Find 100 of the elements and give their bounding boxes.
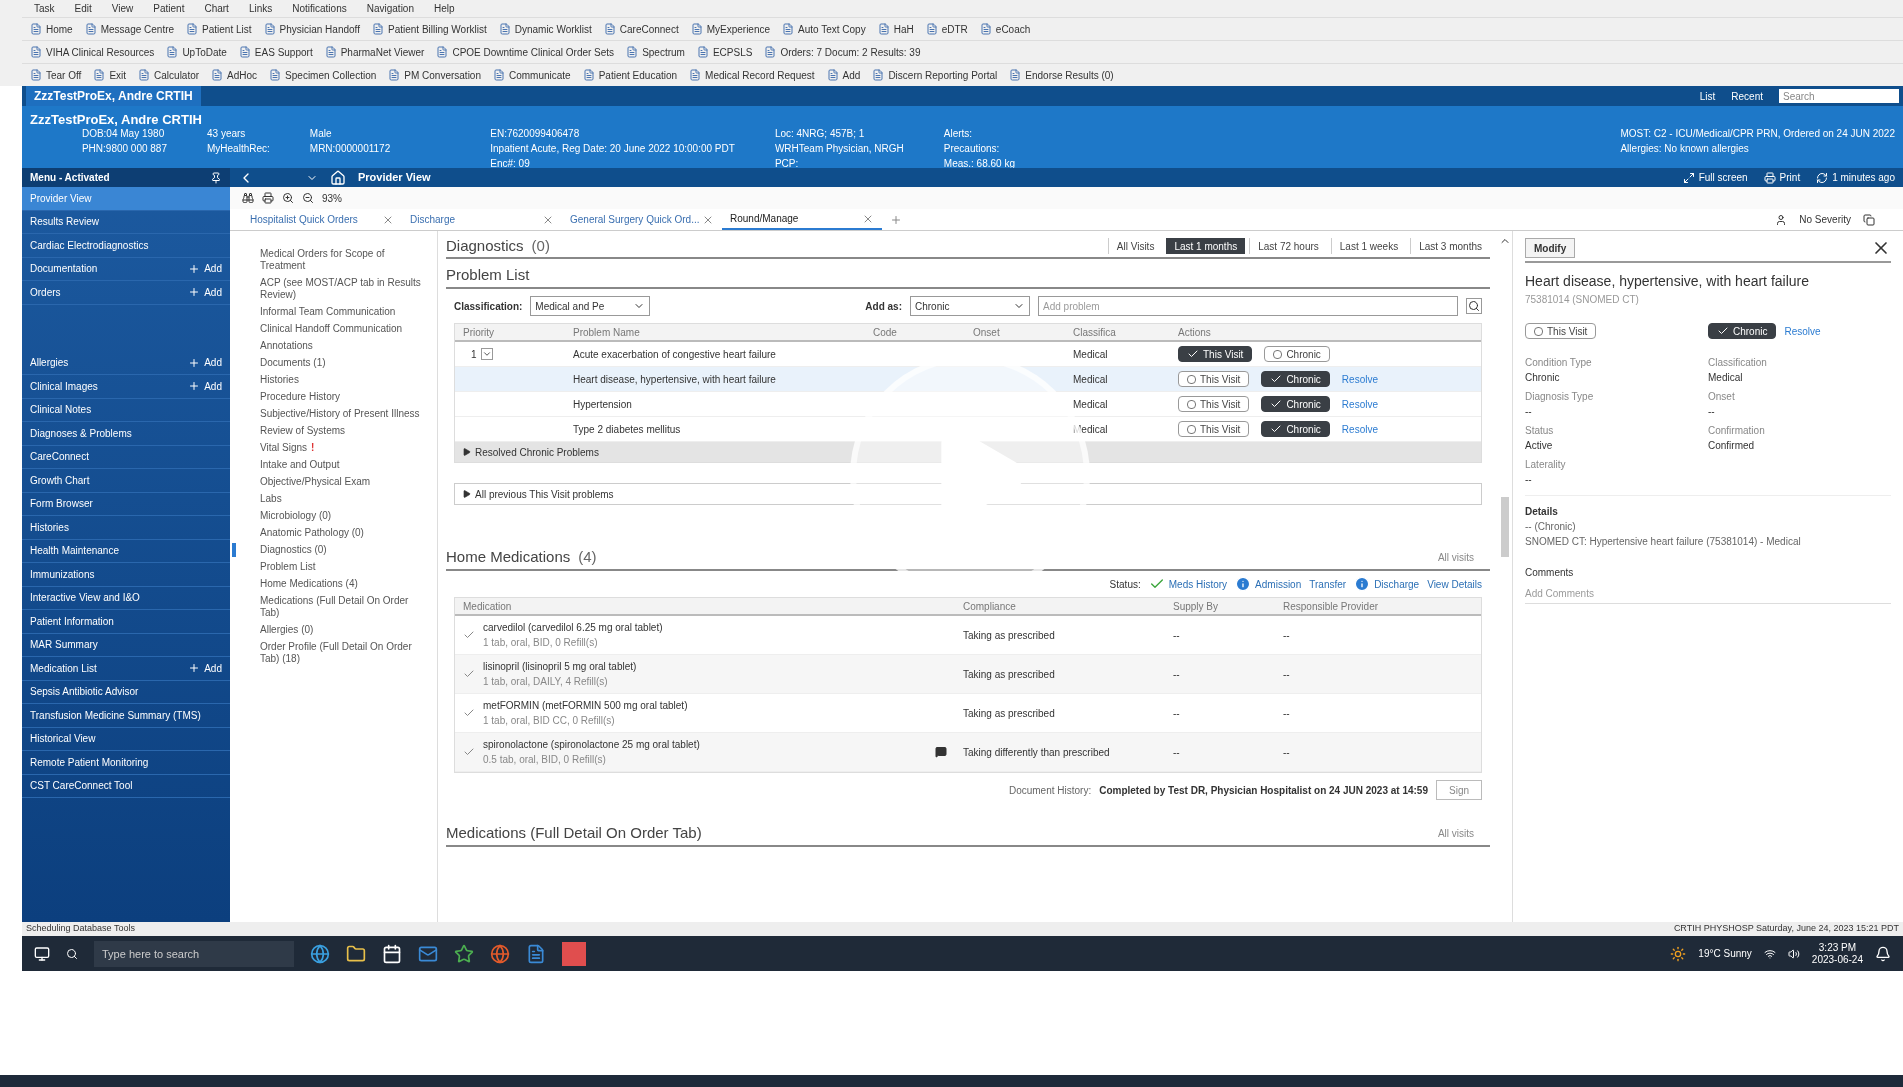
section-link[interactable]: Procedure History <box>260 390 429 404</box>
toggle-button[interactable]: Chronic <box>1708 323 1777 339</box>
toolbar-link[interactable]: Discern Reporting Portal <box>888 67 998 83</box>
comments-field[interactable]: Add Comments <box>1525 584 1891 604</box>
medication-name[interactable]: spironolactone (spironolactone 25 mg oral tablet) <box>483 737 927 752</box>
add-tab-icon[interactable] <box>890 213 902 226</box>
section-link[interactable]: Annotations <box>260 339 429 353</box>
view-action[interactable]: Print <box>1779 170 1801 185</box>
nav-item[interactable]: CareConnect <box>22 445 230 469</box>
severity-label[interactable]: No Severity <box>1799 212 1851 227</box>
filter-button[interactable]: Last 1 weeks <box>1330 238 1407 254</box>
browser-icon[interactable] <box>490 943 510 964</box>
toolbar-link[interactable]: CareConnect <box>619 21 679 37</box>
section-link[interactable]: Intake and Output <box>260 458 429 472</box>
toolbar-item-icon[interactable] <box>211 69 224 81</box>
toolbar-link[interactable]: Communicate <box>509 67 571 83</box>
section-link[interactable]: Vital Signs ! <box>260 441 429 455</box>
medication-name[interactable]: lisinopril (lisinopril 5 mg oral tablet) <box>483 659 955 674</box>
problem-name[interactable]: Acute exacerbation of congestive heart failure <box>565 346 865 362</box>
classification-dropdown[interactable]: Medical and Pe <box>530 296 651 316</box>
toolbar-link[interactable]: HaH <box>893 21 914 37</box>
status-link[interactable]: Transfer <box>1309 576 1347 592</box>
nav-item[interactable]: Remote Patient Monitoring <box>22 751 230 775</box>
column-header[interactable]: Code <box>865 324 965 340</box>
toolbar-link[interactable]: Dynamic Worklist <box>514 21 592 37</box>
medication-name[interactable]: carvedilol (carvedilol 6.25 mg oral tablet) <box>483 620 955 635</box>
nav-item[interactable]: Medication List Add <box>22 657 230 681</box>
nav-item[interactable]: MAR Summary <box>22 633 230 657</box>
calendar-icon[interactable] <box>382 943 402 964</box>
toolbar-item-icon[interactable] <box>493 69 505 81</box>
nav-item[interactable]: Cardiac Electrodiagnostics <box>22 234 230 258</box>
toolbar-link[interactable]: Add <box>842 67 861 83</box>
status-link[interactable]: View Details <box>1427 576 1482 592</box>
toolbar-link[interactable]: CPOE Downtime Clinical Order Sets <box>452 44 615 60</box>
app-icon[interactable] <box>454 943 474 964</box>
section-link[interactable]: Home Medications (4) <box>260 577 429 591</box>
zoom-in-icon[interactable] <box>282 192 294 204</box>
section-link[interactable]: Anatomic Pathology (0) <box>260 526 429 540</box>
section-link[interactable]: Subjective/History of Present Illness <box>260 407 429 421</box>
toolbar-item-icon[interactable] <box>979 23 992 35</box>
column-header[interactable]: Supply By <box>1165 598 1275 614</box>
header-link[interactable]: List <box>1699 88 1716 104</box>
toolbar-item-icon[interactable] <box>925 23 938 35</box>
section-link[interactable]: Review of Systems <box>260 424 429 438</box>
toolbar-item-icon[interactable] <box>324 46 337 58</box>
find-icon[interactable] <box>242 192 254 204</box>
problem-name[interactable]: Heart disease, hypertensive, with heart failure <box>565 371 865 387</box>
modify-button[interactable]: Modify <box>1525 238 1576 258</box>
resolve-link[interactable]: Resolve <box>1341 421 1378 437</box>
status-link[interactable]: Admission <box>1255 576 1302 592</box>
toolbar-item-icon[interactable] <box>1009 69 1022 81</box>
toolbar-item-icon[interactable] <box>498 23 511 35</box>
toolbar-item-icon[interactable] <box>782 23 795 35</box>
nav-item[interactable]: Documentation Add <box>22 257 230 281</box>
section-link[interactable]: Documents (1) <box>260 356 429 370</box>
toggle-button[interactable]: Chronic <box>1261 371 1330 387</box>
toolbar-item-icon[interactable] <box>186 23 199 35</box>
toolbar-link[interactable]: Exit <box>109 67 127 83</box>
folder-icon[interactable] <box>346 943 366 964</box>
menu-item[interactable]: View <box>111 1 134 16</box>
nav-item[interactable]: Clinical Images Add <box>22 375 230 399</box>
visits-link[interactable]: All visits <box>1437 825 1474 841</box>
toolbar-link[interactable]: Physician Handoff <box>279 21 360 37</box>
toggle-button[interactable]: This Visit <box>1525 323 1597 339</box>
section-link[interactable]: Order Profile (Full Detail On Order Tab) (18) <box>260 640 429 666</box>
toggle-button[interactable]: Chronic <box>1261 421 1330 437</box>
print-icon[interactable] <box>262 192 274 204</box>
toggle-button[interactable]: Chronic <box>1264 346 1330 362</box>
resolve-link[interactable]: Resolve <box>1784 323 1821 339</box>
nav-item[interactable]: Interactive View and I&O <box>22 586 230 610</box>
toolbar-item-icon[interactable] <box>690 23 703 35</box>
zoom-out-icon[interactable] <box>302 192 314 204</box>
search-icon[interactable] <box>1466 298 1482 314</box>
toolbar-link[interactable]: Patient Education <box>598 67 678 83</box>
resolve-link[interactable]: Resolve <box>1341 371 1378 387</box>
sign-button[interactable]: Sign <box>1436 780 1482 800</box>
filter-button[interactable]: Last 72 hours <box>1249 238 1327 254</box>
column-header[interactable]: Problem Name <box>565 324 865 340</box>
view-action[interactable]: 1 minutes ago <box>1832 170 1895 185</box>
toolbar-link[interactable]: Orders: 7 Docum: 2 Results: 39 <box>780 44 921 60</box>
problem-name[interactable]: Type 2 diabetes mellitus <box>565 421 865 437</box>
menu-item[interactable]: Navigation <box>366 1 414 16</box>
nav-item[interactable]: Health Maintenance <box>22 539 230 563</box>
medication-name[interactable]: metFORMIN (metFORMIN 500 mg oral tablet) <box>483 698 955 713</box>
toolbar-link[interactable]: EAS Support <box>254 44 313 60</box>
browser-icon[interactable] <box>310 943 330 964</box>
home-icon[interactable] <box>330 169 346 186</box>
menu-item[interactable]: Notifications <box>292 1 347 16</box>
section-link[interactable]: Medical Orders for Scope of Treatment <box>260 247 429 273</box>
resolve-link[interactable]: Resolve <box>1341 396 1378 412</box>
section-link[interactable]: Clinical Handoff Communication <box>260 322 429 336</box>
toolbar-item-icon[interactable] <box>877 23 890 35</box>
problem-name[interactable]: Hypertension <box>565 396 865 412</box>
toolbar-item-icon[interactable] <box>436 46 449 58</box>
menu-item[interactable]: Links <box>248 1 273 16</box>
add-link[interactable]: Add <box>188 660 222 676</box>
nav-item[interactable]: CST CareConnect Tool <box>22 774 230 798</box>
tab[interactable]: Hospitalist Quick Orders <box>242 209 402 230</box>
toolbar-link[interactable]: Patient List <box>202 21 252 37</box>
search-field[interactable]: Search <box>1779 89 1899 103</box>
